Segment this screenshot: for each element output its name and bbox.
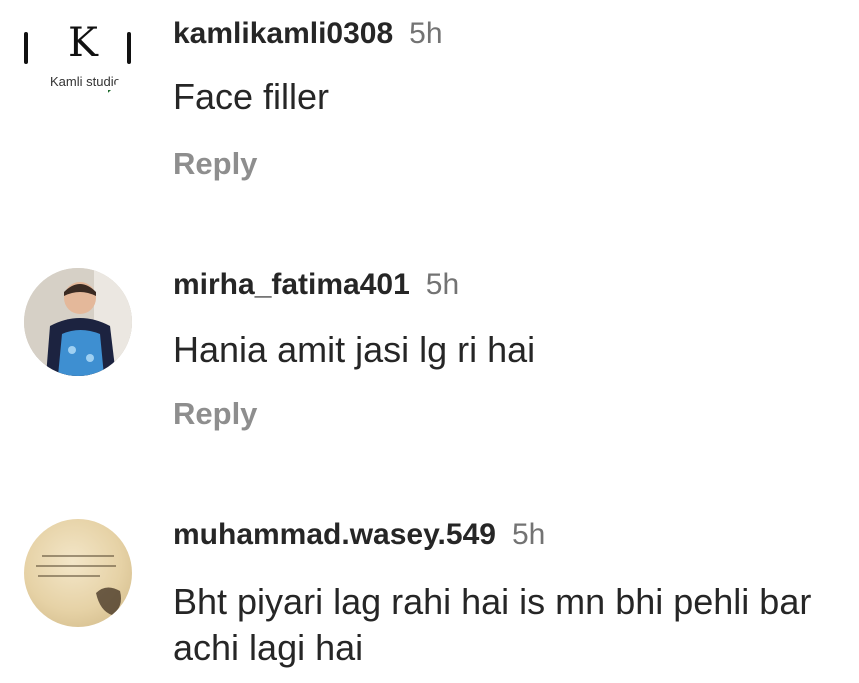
avatar-frame-left — [24, 32, 28, 64]
avatar-studio-label: Kamli studio — [50, 74, 121, 89]
comment-header: kamlikamli0308 5h — [173, 16, 443, 52]
avatar-monogram: K — [68, 20, 98, 66]
avatar[interactable] — [24, 519, 132, 627]
comment-text: Hania amit jasi lg ri hai — [173, 329, 536, 370]
reply-button[interactable]: Reply — [173, 146, 257, 182]
reply-button[interactable]: Reply — [173, 396, 257, 432]
avatar-frame-right — [127, 32, 131, 64]
comment-text: Bht piyari lag rahi hai is mn bhi pehli … — [173, 581, 812, 668]
avatar-photo — [24, 268, 132, 376]
comment-item: mirha_fatima401 5h Hania amit jasi lg ri … — [0, 250, 859, 450]
comment-username[interactable]: muhammad.wasey.549 — [173, 518, 496, 551]
comment-item: K Kamli studio kamlikamli0308 5h Face fil… — [0, 0, 859, 210]
comment-header: muhammad.wasey.549 5h — [173, 517, 545, 553]
avatar[interactable]: K Kamli studio — [32, 12, 124, 104]
flag-icon — [108, 90, 122, 98]
comment-username[interactable]: kamlikamli0308 — [173, 17, 393, 50]
comment-username[interactable]: mirha_fatima401 — [173, 268, 410, 301]
avatar-photo — [96, 587, 121, 615]
comment-time: 5h — [425, 268, 460, 301]
comment-time: 5h — [511, 518, 546, 551]
comment-item: muhammad.wasey.549 5h Bht piyari lag rahi… — [0, 505, 859, 683]
comment-header: mirha_fatima401 5h — [173, 267, 459, 303]
comment-text: Face filler — [173, 76, 330, 117]
comment-time: 5h — [409, 17, 443, 50]
avatar[interactable] — [24, 268, 132, 376]
